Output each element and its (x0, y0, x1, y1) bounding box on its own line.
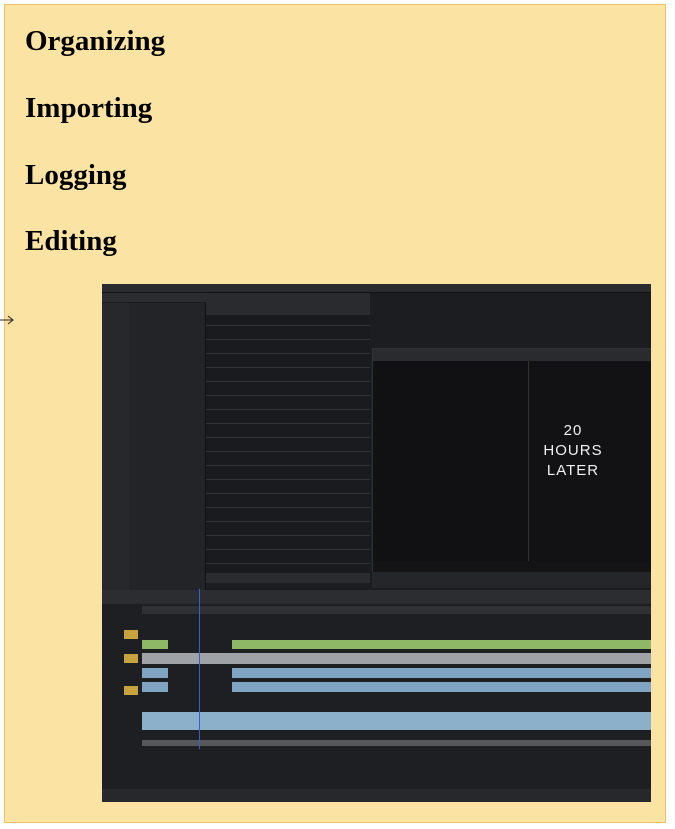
frame-caption-line1: 20 HOURS (543, 422, 603, 459)
bin-header (206, 293, 370, 315)
viewer-toolbar (373, 349, 651, 361)
clip-video-1 (142, 640, 168, 649)
menu-bar (102, 284, 651, 293)
heading-organizing: Organizing (25, 25, 166, 57)
viewer-source-panel (373, 361, 528, 561)
clip-audio-3 (142, 682, 168, 692)
track-label-a2 (124, 686, 138, 695)
clip-audio-gray (142, 653, 651, 664)
clip-audio-4 (232, 682, 651, 692)
playhead (199, 589, 200, 749)
timeline-toolbar (102, 590, 651, 604)
clip-music-track (142, 712, 651, 730)
source-viewer: 20 HOURS LATER (372, 348, 651, 574)
arrow-right-icon (0, 315, 14, 325)
clip-video-2 (232, 640, 651, 649)
clip-timecode-track (142, 740, 651, 746)
app-screenshot: 20 HOURS LATER (102, 284, 651, 802)
timeline-ruler (142, 606, 651, 614)
clip-audio-1 (142, 668, 168, 678)
frame-caption-line2: LATER (546, 462, 600, 479)
timeline-panel (102, 590, 651, 802)
status-bar (102, 789, 651, 802)
track-label-a1 (124, 654, 138, 663)
bin-table (206, 315, 370, 577)
track-label-v1 (124, 630, 138, 639)
viewer-frame-caption: 20 HOURS LATER (533, 421, 613, 481)
heading-logging: Logging (25, 159, 127, 191)
timeline-title-bar (206, 573, 370, 583)
heading-importing: Importing (25, 92, 153, 124)
heading-editing: Editing (25, 225, 117, 257)
viewer-transport-controls (372, 572, 651, 588)
clip-audio-2 (232, 668, 651, 678)
